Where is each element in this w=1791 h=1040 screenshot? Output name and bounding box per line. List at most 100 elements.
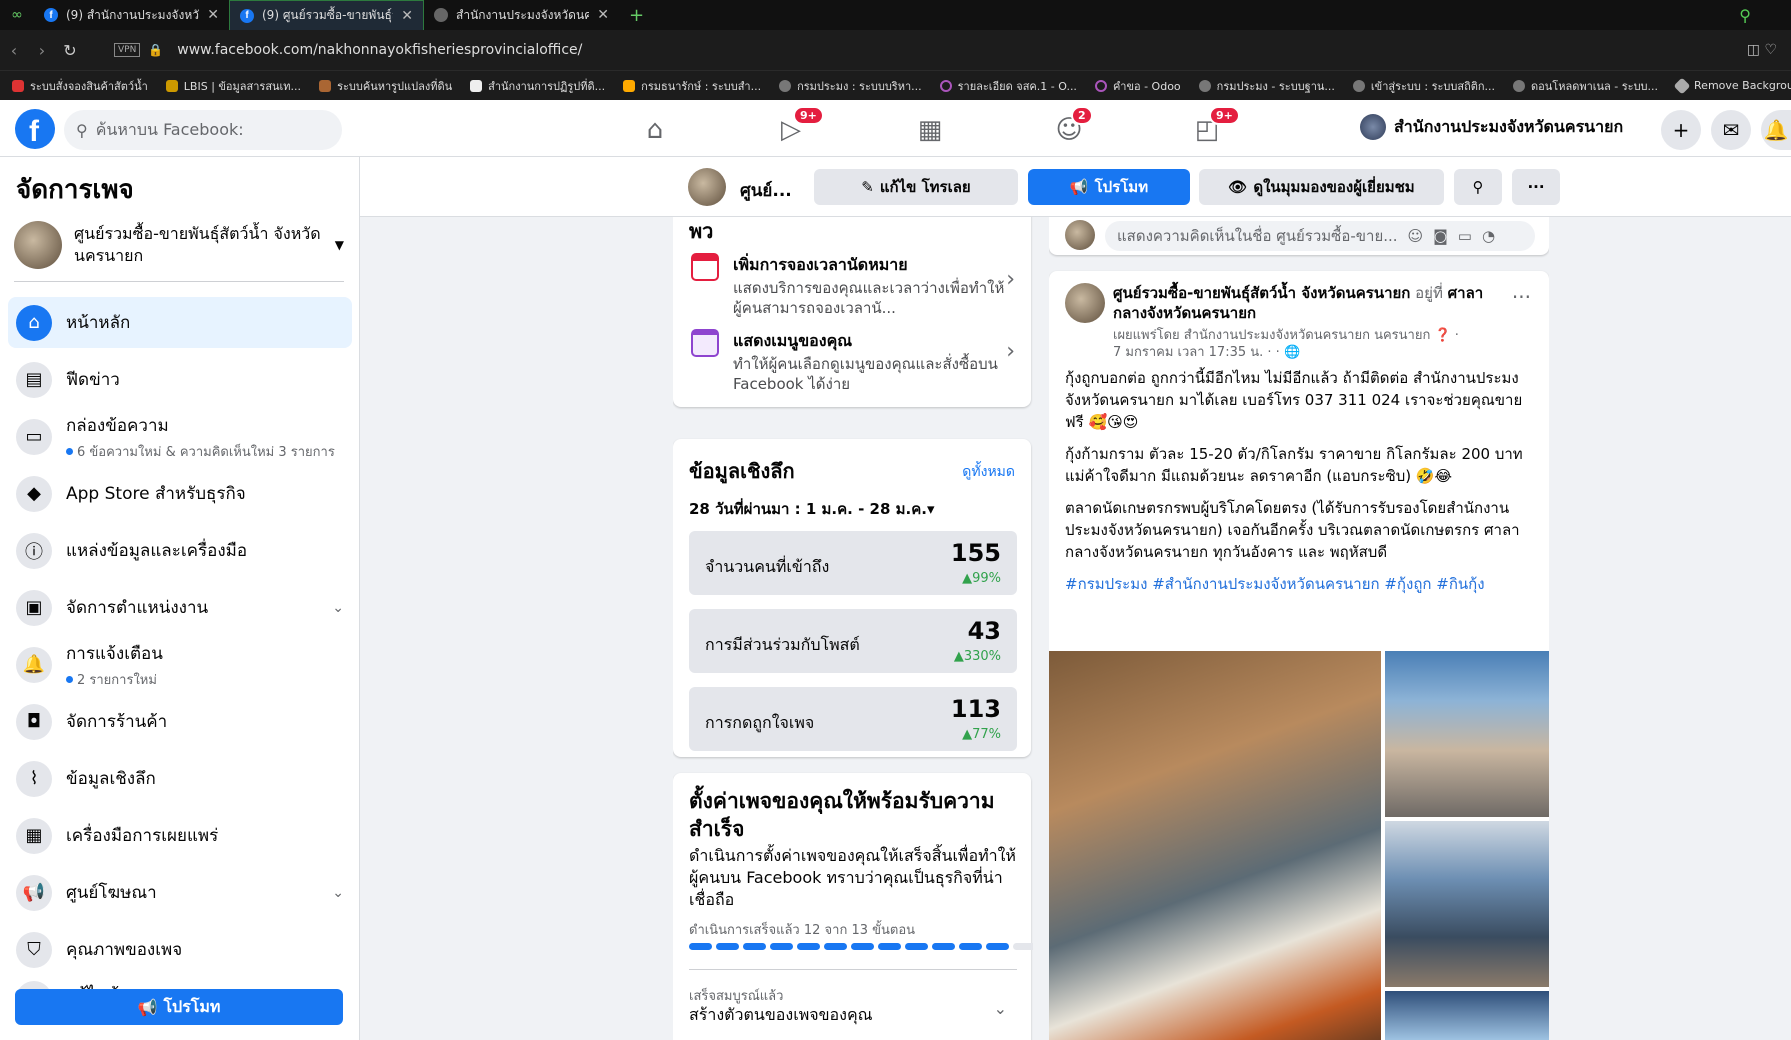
browser-tab-3[interactable]: สำนักงานประมงจังหวัดนครนาย ✕ bbox=[424, 0, 619, 30]
bookmark[interactable]: LBIS | ข้อมูลสารสนเท... bbox=[165, 77, 301, 95]
back-icon[interactable]: ‹ bbox=[0, 41, 28, 60]
sidebar-item-insights[interactable]: ⌇ ข้อมูลเชิงลึก bbox=[8, 753, 352, 804]
post-photo[interactable] bbox=[1385, 991, 1549, 1040]
bookmark[interactable]: เข้าสู่ระบบ : ระบบสถิติก... bbox=[1352, 77, 1495, 95]
groups-icon[interactable]: ☺ 2 bbox=[1049, 106, 1093, 150]
eye-icon: 👁 bbox=[1228, 178, 1248, 196]
reload-icon[interactable]: ↻ bbox=[56, 41, 84, 60]
date-range-selector[interactable]: 28 วันที่ผ่านมา : 1 ม.ค. - 28 ม.ค.▾ bbox=[689, 497, 934, 521]
post-header: ศูนย์รวมซื้อ-ขายพันธุ์สัตว์น้ำ จังหวัดนค… bbox=[1113, 283, 1493, 323]
more-icon[interactable]: ··· bbox=[1512, 285, 1531, 309]
sidebar-item-home[interactable]: ⌂ หน้าหลัก bbox=[8, 297, 352, 348]
close-icon[interactable]: ✕ bbox=[401, 8, 413, 24]
stat-reach[interactable]: จำนวนคนที่เข้าถึง 155 ▲99% bbox=[689, 531, 1017, 595]
progress-segment bbox=[851, 943, 874, 950]
post-photo[interactable] bbox=[1385, 651, 1549, 817]
avatar[interactable] bbox=[1065, 283, 1105, 323]
bookmark[interactable]: กรมประมง - ระบบฐาน... bbox=[1198, 77, 1335, 95]
edit-call-button[interactable]: ✎ แก้ไข โทรเลย bbox=[814, 169, 1018, 205]
stat-change: ▲330% bbox=[953, 649, 1001, 664]
comment-input[interactable]: แสดงความคิดเห็นในชื่อ ศูนย์รวมซื้อ-ขาย..… bbox=[1105, 221, 1535, 251]
bookmark[interactable]: สำนักงานการปฏิรูปที่ดิ... bbox=[470, 77, 605, 95]
sidebar-item-label: จัดการร้านค้า bbox=[66, 712, 168, 732]
emoji-icon[interactable]: ☺ bbox=[1408, 227, 1424, 245]
profile-switcher[interactable]: สำนักงานประมงจังหวัดนครนายก bbox=[1360, 114, 1623, 140]
post-author[interactable]: ศูนย์รวมซื้อ-ขายพันธุ์สัตว์น้ำ จังหวัดนค… bbox=[1113, 284, 1410, 302]
sidebar-item-label: ข้อมูลเชิงลึก bbox=[66, 769, 156, 789]
promote-button[interactable]: 📢 โปรโมท bbox=[1028, 169, 1190, 205]
progress-segment bbox=[878, 943, 901, 950]
post-hashtags[interactable]: #กรมประมง #สำนักงานประมงจังหวัดนครนายก #… bbox=[1065, 573, 1535, 595]
sidebar-item-inbox[interactable]: ▭ กล่องข้อความ 6 ข้อความใหม่ & ความคิดเห็น… bbox=[8, 411, 352, 462]
megaphone-icon: 📢 bbox=[16, 874, 52, 911]
camera-icon[interactable]: ◫ ♡ bbox=[1747, 42, 1777, 58]
bookmark[interactable]: Remove Backgroun... bbox=[1673, 77, 1791, 94]
search-button[interactable]: ⚲ bbox=[1454, 169, 1502, 205]
avatar bbox=[1360, 114, 1386, 140]
chevron-right-icon[interactable]: › bbox=[1006, 267, 1015, 292]
progress-segment bbox=[986, 943, 1009, 950]
watch-icon[interactable]: ▷ 9+ bbox=[771, 106, 824, 150]
view-as-visitor-button[interactable]: 👁 ดูในมุมมองของผู้เยี่ยมชม bbox=[1199, 169, 1444, 205]
sidebar-item-publishing-tools[interactable]: ▦ เครื่องมือการเผยแพร่ bbox=[8, 810, 352, 861]
page-tips-card: พว เพิ่มการจองเวลานัดหมาย แสดงบริการของคุ… bbox=[673, 217, 1031, 407]
url-field[interactable]: www.facebook.com/nakhonnayokfisheriespro… bbox=[177, 42, 582, 58]
vpn-badge[interactable]: VPN bbox=[114, 43, 141, 57]
appointments-row[interactable]: เพิ่มการจองเวลานัดหมาย แสดงบริการของคุณแล… bbox=[691, 253, 1011, 318]
post-timestamp[interactable]: 7 มกราคม เวลา 17:35 น. · · bbox=[1113, 345, 1280, 360]
post-photo[interactable] bbox=[1385, 821, 1549, 987]
gif-icon[interactable]: ▭ bbox=[1458, 227, 1472, 245]
search-tabs-icon[interactable]: ⚲ bbox=[1739, 6, 1751, 25]
sidebar-item-notifications[interactable]: 🔔 การแจ้งเตือน 2 รายการใหม่ bbox=[8, 639, 352, 690]
sidebar-item-ad-center[interactable]: 📢 ศูนย์โฆษณา ⌄ bbox=[8, 867, 352, 918]
menu-row[interactable]: แสดงเมนูของคุณ ทำให้ผู้คนเลือกดูเมนูของคุ… bbox=[691, 329, 1011, 394]
bookmark[interactable]: รายละเอียด จสค.1 - O... bbox=[939, 77, 1077, 95]
bookmark[interactable]: คำขอ - Odoo bbox=[1094, 77, 1181, 95]
search-input[interactable]: ⚲ ค้นหาบน Facebook: bbox=[64, 110, 342, 150]
chevron-down-icon[interactable]: ⌄ bbox=[994, 999, 1007, 1018]
page-selector[interactable]: ศูนย์รวมซื้อ-ขายพันธุ์สัตว์น้ำ จังหวัดนค… bbox=[14, 217, 344, 273]
published-by: เผยแพร่โดย สำนักงานประมงจังหวัดนครนายก น… bbox=[1113, 328, 1431, 343]
forward-icon[interactable]: › bbox=[28, 41, 56, 60]
post-photo[interactable] bbox=[1049, 651, 1381, 1040]
bookmark-icon bbox=[470, 79, 483, 92]
browser-tab-2[interactable]: f (9) ศูนย์รวมซื้อ-ขายพันธุ์สัตว์น้ำ ✕ bbox=[229, 0, 424, 30]
help-icon[interactable]: ❓ bbox=[1434, 328, 1450, 343]
bookmark[interactable]: ระบบค้นหารูปแปลงที่ดิน bbox=[319, 77, 452, 95]
home-icon[interactable]: ⌂ bbox=[635, 110, 675, 150]
facebook-logo-icon[interactable]: f bbox=[15, 109, 55, 149]
chevron-right-icon[interactable]: › bbox=[1006, 339, 1015, 364]
bookmark[interactable]: กรมประมง : ระบบบริหา... bbox=[779, 77, 922, 95]
tab-menu-icon[interactable]: ∞ bbox=[0, 7, 34, 23]
gaming-icon[interactable]: ◰ 9+ bbox=[1187, 106, 1240, 150]
create-icon[interactable]: + bbox=[1661, 110, 1701, 150]
more-options-button[interactable]: ··· bbox=[1512, 169, 1560, 205]
marketplace-icon[interactable]: ▦ bbox=[910, 110, 950, 150]
camera-icon[interactable]: ◙ bbox=[1433, 227, 1448, 245]
sticker-icon[interactable]: ◔ bbox=[1482, 227, 1495, 245]
sidebar-item-news-feed[interactable]: ▤ ฟีดข่าว bbox=[8, 354, 352, 405]
sidebar-item-jobs[interactable]: ▣ จัดการตำแหน่งงาน ⌄ bbox=[8, 582, 352, 633]
sidebar-item-app-store[interactable]: ◆ App Store สำหรับธุรกิจ bbox=[8, 468, 352, 519]
see-all-link[interactable]: ดูทั้งหมด bbox=[962, 461, 1015, 483]
setup-task[interactable]: สร้างตัวตนของเพจของคุณ bbox=[689, 1003, 873, 1028]
close-icon[interactable]: ✕ bbox=[207, 7, 219, 23]
stat-page-likes[interactable]: การกดถูกใจเพจ 113 ▲77% bbox=[689, 687, 1017, 751]
messenger-icon[interactable]: ✉ bbox=[1711, 110, 1751, 150]
chevron-down-icon[interactable]: ⌄ bbox=[332, 600, 344, 616]
chevron-down-icon[interactable]: ⌄ bbox=[332, 885, 344, 901]
bookmark[interactable]: ดอนโหลดพาเนล - ระบบ... bbox=[1513, 77, 1658, 95]
close-icon[interactable]: ✕ bbox=[597, 7, 609, 23]
post-photo-grid bbox=[1049, 651, 1549, 1040]
new-tab-icon[interactable]: + bbox=[619, 5, 654, 26]
sidebar-item-shop[interactable]: ◘ จัดการร้านค้า bbox=[8, 696, 352, 747]
sidebar-item-page-quality[interactable]: ⛉ คุณภาพของเพจ bbox=[8, 924, 352, 975]
promote-button[interactable]: 📢 โปรโมท bbox=[15, 989, 343, 1025]
bookmark[interactable]: กรมธนารักษ์ : ระบบสำ... bbox=[623, 77, 761, 95]
sidebar-item-resources[interactable]: ⓘ แหล่งข้อมูลและเครื่องมือ bbox=[8, 525, 352, 576]
bell-icon[interactable]: 🔔 bbox=[1761, 110, 1791, 150]
stat-engagement[interactable]: การมีส่วนร่วมกับโพสต์ 43 ▲330% bbox=[689, 609, 1017, 673]
bookmark[interactable]: ระบบสั่งจองสินค้าสัตว์น้ำ bbox=[12, 77, 148, 95]
browser-tab-1[interactable]: f (9) สำนักงานประมงจังหวัดนครน ✕ bbox=[34, 0, 229, 30]
stat-label: จำนวนคนที่เข้าถึง bbox=[705, 557, 830, 576]
